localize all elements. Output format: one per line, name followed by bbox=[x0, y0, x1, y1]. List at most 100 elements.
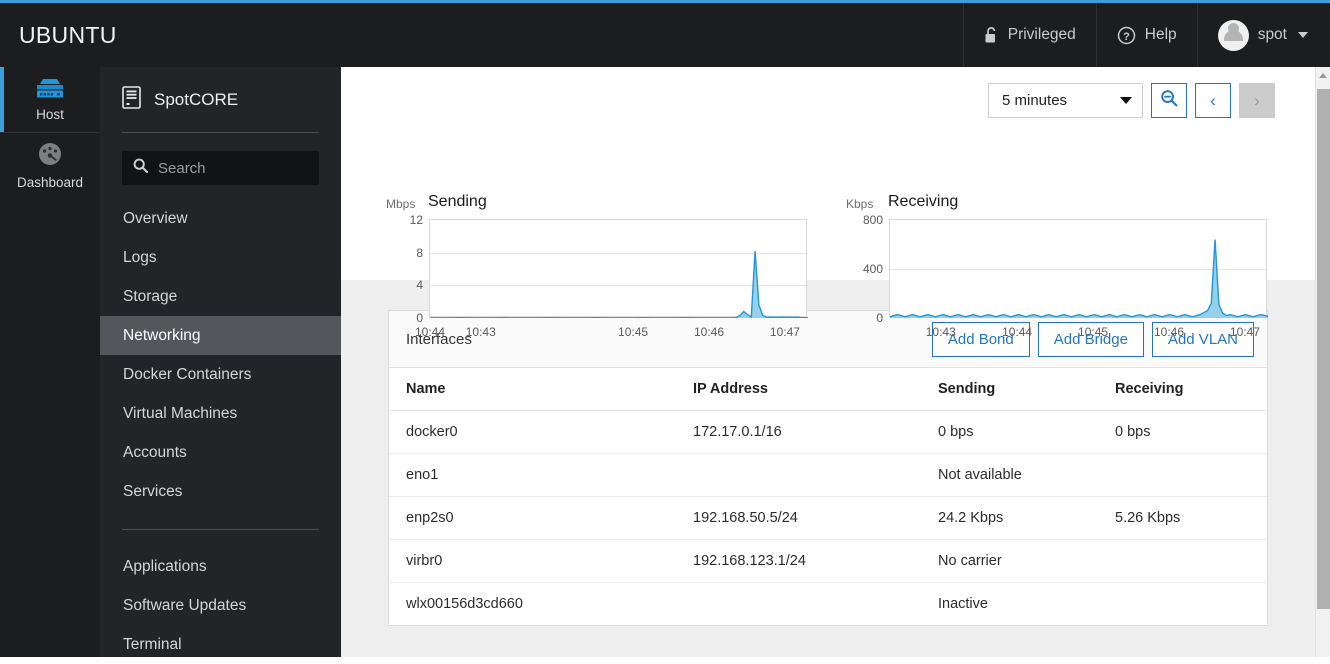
time-range-value: 5 minutes bbox=[1002, 92, 1068, 109]
cell-sending: No carrier bbox=[921, 539, 1098, 583]
server-tower-icon bbox=[122, 86, 141, 114]
search-input[interactable]: Search bbox=[122, 151, 319, 185]
server-icon bbox=[34, 78, 66, 102]
chart-sending-unit: Mbps bbox=[386, 197, 416, 211]
cell-sending: 0 bps bbox=[921, 410, 1098, 454]
vertical-scrollbar[interactable] bbox=[1315, 67, 1330, 657]
sidebar-item-virtual-machines[interactable]: Virtual Machines bbox=[100, 394, 341, 433]
table-row[interactable]: wlx00156d3cd660 Inactive bbox=[389, 583, 1267, 626]
cell-ip bbox=[676, 453, 921, 497]
scrollbar-thumb[interactable] bbox=[1317, 89, 1330, 609]
time-range-select[interactable]: 5 minutes bbox=[988, 83, 1143, 118]
previous-range-button[interactable]: ‹ bbox=[1195, 83, 1231, 118]
sidebar: SpotCORE Search Overview Logs Storage Ne… bbox=[100, 67, 341, 657]
user-menu[interactable]: spot bbox=[1196, 3, 1330, 67]
chart-sending-plot: 12 8 4 0 10:43 10:44 10:45 10:46 10:47 bbox=[410, 213, 808, 339]
next-range-button: › bbox=[1239, 83, 1275, 118]
sidebar-nav-secondary: Applications Software Updates Terminal bbox=[100, 547, 341, 664]
cell-name: virbr0 bbox=[389, 539, 676, 583]
help-label: Help bbox=[1144, 26, 1177, 43]
cell-receiving bbox=[1098, 583, 1267, 626]
interfaces-table: Name IP Address Sending Receiving docker… bbox=[389, 368, 1267, 625]
search-icon bbox=[133, 158, 149, 178]
sidebar-item-label: Networking bbox=[123, 326, 201, 344]
masthead: UBUNTU Privileged ? Help spot bbox=[0, 3, 1330, 67]
table-row[interactable]: virbr0 192.168.123.1/24 No carrier bbox=[389, 539, 1267, 583]
chart-sending: Mbps Sending 12 8 4 0 10:43 10:44 10:45 … bbox=[386, 193, 811, 343]
cell-ip: 192.168.123.1/24 bbox=[676, 539, 921, 583]
chart-receiving-xtick: 10:45 bbox=[1078, 325, 1109, 339]
sidebar-item-label: Accounts bbox=[123, 443, 187, 461]
sidebar-item-label: Logs bbox=[123, 248, 157, 266]
privileged-button[interactable]: Privileged bbox=[962, 3, 1096, 67]
rail-item-label: Dashboard bbox=[16, 174, 84, 190]
sidebar-item-logs[interactable]: Logs bbox=[100, 238, 341, 277]
sidebar-item-services[interactable]: Services bbox=[100, 472, 341, 511]
cell-receiving: 5.26 Kbps bbox=[1098, 496, 1267, 540]
charts-card: 5 minutes ‹ › Mbps Sending 12 8 4 0 10:4… bbox=[341, 67, 1315, 339]
sidebar-item-label: Docker Containers bbox=[123, 365, 252, 383]
chart-sending-xtick: 10:43 bbox=[465, 325, 496, 339]
chart-receiving-xtick: 10:44 bbox=[1002, 325, 1033, 339]
cell-name: wlx00156d3cd660 bbox=[406, 596, 523, 612]
gauge-icon bbox=[37, 141, 63, 170]
zoom-out-button[interactable] bbox=[1151, 83, 1187, 118]
chart-receiving-ytick: 400 bbox=[862, 262, 883, 276]
table-row[interactable]: docker0 172.17.0.1/16 0 bps 0 bps bbox=[389, 410, 1267, 454]
sidebar-item-overview[interactable]: Overview bbox=[100, 199, 341, 238]
cell-receiving: 0 bps bbox=[1098, 410, 1267, 454]
chart-sending-ytick: 12 bbox=[409, 213, 423, 227]
avatar-icon bbox=[1217, 19, 1249, 51]
cell-ip: 172.17.0.1/16 bbox=[676, 410, 921, 454]
sidebar-item-terminal[interactable]: Terminal bbox=[100, 625, 341, 664]
sidebar-item-label: Overview bbox=[123, 209, 188, 227]
rail-item-dashboard[interactable]: Dashboard bbox=[0, 132, 100, 197]
chart-receiving-xtick: 10:46 bbox=[1153, 325, 1184, 339]
cell-sending: Inactive bbox=[938, 596, 988, 612]
table-row[interactable]: enp2s0 192.168.50.5/24 24.2 Kbps 5.26 Kb… bbox=[389, 496, 1267, 540]
unlock-icon bbox=[984, 26, 999, 44]
column-header-receiving[interactable]: Receiving bbox=[1098, 368, 1267, 411]
chart-sending-series bbox=[430, 220, 808, 318]
table-row[interactable]: eno1 Not available bbox=[389, 453, 1267, 497]
chevron-down-icon bbox=[1298, 32, 1308, 38]
cell-ip bbox=[676, 583, 921, 626]
question-circle-icon: ? bbox=[1117, 26, 1136, 45]
chart-receiving-series bbox=[890, 220, 1268, 318]
cell-name: eno1 bbox=[389, 453, 676, 497]
sidebar-item-label: Services bbox=[123, 482, 183, 500]
chart-sending-xtick: 10:46 bbox=[693, 325, 724, 339]
chart-receiving-xtick: 10:43 bbox=[925, 325, 956, 339]
chart-receiving-title: Receiving bbox=[888, 193, 959, 210]
sidebar-item-accounts[interactable]: Accounts bbox=[100, 433, 341, 472]
sidebar-item-software-updates[interactable]: Software Updates bbox=[100, 586, 341, 625]
help-button[interactable]: ? Help bbox=[1095, 3, 1197, 67]
svg-text:?: ? bbox=[1123, 31, 1130, 43]
sidebar-item-applications[interactable]: Applications bbox=[100, 547, 341, 586]
column-header-name[interactable]: Name bbox=[389, 368, 676, 411]
rail-item-host[interactable]: Host bbox=[0, 67, 100, 132]
cell-receiving bbox=[1098, 453, 1267, 497]
cell-name: docker0 bbox=[389, 410, 676, 454]
search-placeholder: Search bbox=[158, 159, 206, 177]
chart-receiving-plot: 800 400 0 10:43 10:44 10:45 10:46 10:47 bbox=[863, 213, 1268, 339]
sidebar-item-storage[interactable]: Storage bbox=[100, 277, 341, 316]
column-header-ip[interactable]: IP Address bbox=[676, 368, 921, 411]
sidebar-item-label: Applications bbox=[123, 557, 207, 575]
column-header-sending[interactable]: Sending bbox=[921, 368, 1098, 411]
chart-sending-title: Sending bbox=[428, 193, 487, 210]
chevron-left-icon: ‹ bbox=[1210, 91, 1216, 110]
sidebar-item-networking[interactable]: Networking bbox=[100, 316, 341, 355]
brand-title: UBUNTU bbox=[19, 21, 117, 48]
zoom-out-icon bbox=[1160, 89, 1178, 112]
table-header-row: Name IP Address Sending Receiving bbox=[389, 368, 1267, 411]
sidebar-item-docker-containers[interactable]: Docker Containers bbox=[100, 355, 341, 394]
chart-receiving-unit: Kbps bbox=[846, 197, 874, 211]
cell-ip: 192.168.50.5/24 bbox=[676, 496, 921, 540]
cell-name: enp2s0 bbox=[389, 496, 676, 540]
sidebar-divider-top bbox=[122, 132, 319, 133]
chart-sending-ytick: 8 bbox=[416, 245, 423, 260]
time-range-toolbar: 5 minutes ‹ › bbox=[988, 83, 1275, 118]
scrollbar-up-button[interactable] bbox=[1316, 67, 1330, 83]
rail-item-label: Host bbox=[36, 106, 64, 122]
